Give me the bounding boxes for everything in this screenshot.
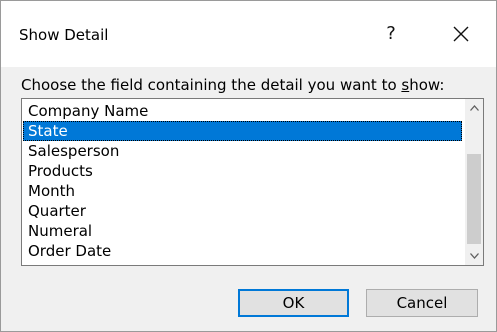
prompt-text-before: Choose the field containing the detail y… [21,76,402,94]
field-list-item[interactable]: Order Date [23,241,462,261]
field-list-item[interactable]: Quarter [23,201,462,221]
vertical-scrollbar[interactable] [465,99,483,265]
field-list-item[interactable]: State [23,121,462,141]
title-bar: Show Detail ? [1,1,496,67]
show-detail-dialog: Show Detail ? Choose the field containin… [0,0,497,332]
field-list-item[interactable]: Salesperson [23,141,462,161]
cancel-button[interactable]: Cancel [366,289,478,317]
field-listbox[interactable]: Company Name State Salesperson Products Mont… [21,98,484,266]
scroll-thumb[interactable] [467,154,481,244]
scroll-down-button[interactable] [465,247,483,265]
close-button[interactable] [444,19,478,49]
close-icon [453,26,469,42]
chevron-down-icon [470,253,479,259]
field-list-item[interactable]: Company Name [23,101,462,121]
field-list-item[interactable]: Numeral [23,221,462,241]
help-button[interactable]: ? [379,21,403,47]
field-list-item[interactable]: Products [23,161,462,181]
field-list: Company Name State Salesperson Products Mont… [22,101,462,261]
field-list-item[interactable]: Month [23,181,462,201]
scroll-up-button[interactable] [465,99,483,117]
prompt-label: Choose the field containing the detail y… [21,75,444,95]
dialog-title: Show Detail [19,26,109,44]
prompt-text-after: how: [409,76,445,94]
chevron-up-icon [470,105,479,111]
ok-button[interactable]: OK [238,289,349,317]
